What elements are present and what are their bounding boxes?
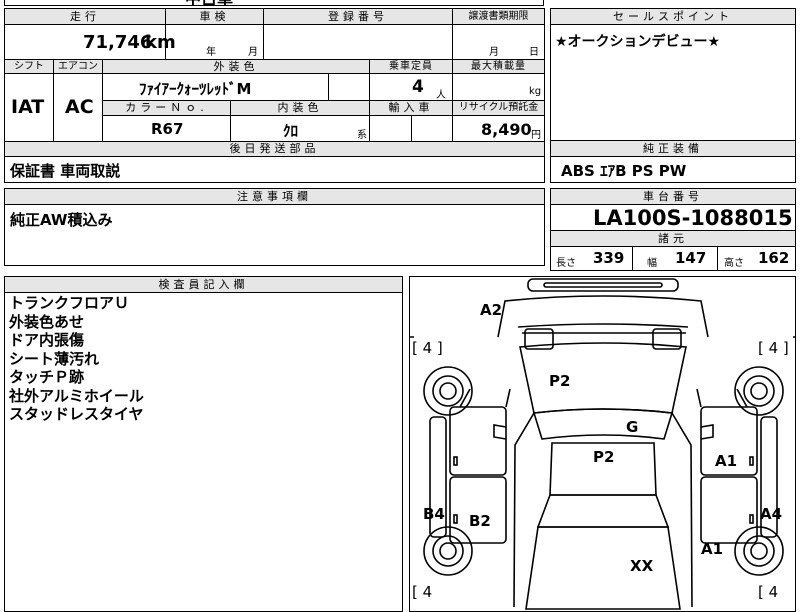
tire-mark-front-right: [ 4 ] (758, 339, 789, 357)
capacity-header: 乗車定員 (369, 59, 453, 74)
caution-cell: 純正AW積込み (4, 204, 545, 266)
registration-header: 登録番号 (263, 8, 453, 25)
sales-point-cell: ★オークションデビュー★ (550, 24, 796, 141)
note-item: スタッドレスタイヤ (9, 405, 144, 423)
dims-width-label: 幅 (647, 258, 657, 269)
note-item: トランクフロアＵ (9, 294, 130, 312)
note-item: タッチＰ跡 (9, 368, 85, 386)
note-item: ドア内張傷 (9, 331, 85, 349)
max-load-unit: kg (529, 86, 542, 97)
inspection-month-unit: 月 (248, 47, 258, 58)
mileage-value: 71,746 (83, 32, 153, 53)
recycle-header: リサイクル預託金 (452, 100, 545, 116)
sales-point-value: ★オークションデビュー★ (555, 34, 721, 50)
shift-cell: IAT (4, 73, 54, 142)
later-delivery-cell: 保証書 車両取説 (4, 156, 545, 183)
color-no-header: カラーＮｏ. (102, 100, 231, 116)
dims-length-cell: 長さ 339 (550, 246, 633, 271)
dims-width-cell: 幅 147 (632, 246, 718, 271)
exterior-color-cell: ﾌｧｲｱｰｸｫｰﾂﾚｯﾄﾞM (102, 73, 370, 101)
shift-header: シフト (4, 59, 54, 74)
inspection-header: 車検 (165, 8, 264, 25)
dims-width-value: 147 (675, 249, 707, 267)
tire-mark-rear-right: [ 4 (758, 583, 779, 601)
sales-point-header: セールスポイント (550, 8, 796, 25)
caution-header: 注意事項欄 (4, 188, 545, 205)
inspection-cell: 年 月 (165, 24, 264, 60)
exterior-color-header: 外装色 (102, 59, 370, 74)
later-delivery-value: 保証書 車両取説 (10, 162, 121, 180)
interior-color-unit: 系 (357, 130, 367, 141)
recycle-value: 8,490 (481, 120, 532, 139)
car-diagram-frame: [ 4 ] [ 4 ] [ 4 [ 4 A2 P2 G P2 A1 B4 B2 … (409, 276, 796, 612)
dims-height-label: 高さ (724, 258, 744, 269)
transfer-deadline-header: 譲渡書類期限 (452, 8, 545, 25)
damage-label: A4 (760, 505, 783, 523)
genuine-header: 純正装備 (550, 140, 796, 157)
dimensions-header: 諸元 (550, 230, 796, 247)
damage-label: A2 (480, 301, 503, 319)
inspector-header: 検査員記入欄 (4, 276, 403, 293)
damage-label: A1 (701, 540, 724, 558)
damage-label: A1 (715, 452, 738, 470)
top-strip: 中古車 (4, 0, 544, 8)
dims-height-cell: 高さ 162 (717, 246, 796, 271)
inspection-year-unit: 年 (206, 47, 216, 58)
color-no-cell: R67 (102, 115, 231, 142)
damage-label: B2 (469, 512, 491, 530)
later-delivery-header: 後日発送部品 (4, 141, 545, 157)
recycle-cell: 8,490 円 (452, 115, 545, 142)
capacity-unit: 人 (436, 90, 446, 101)
chassis-header: 車台番号 (550, 188, 796, 205)
aircon-value: AC (65, 96, 94, 118)
car-diagram (410, 278, 795, 610)
tire-mark-rear-left: [ 4 (412, 583, 433, 601)
transfer-deadline-cell: 月 日 (452, 24, 545, 60)
note-item: 外装色あせ (9, 312, 85, 331)
max-load-cell: kg (452, 73, 545, 101)
deadline-month-unit: 月 (489, 47, 499, 58)
mileage-header: 走行 (4, 8, 166, 25)
max-load-header: 最大積載量 (452, 59, 545, 74)
damage-label: P2 (549, 372, 571, 390)
deadline-day-unit: 日 (529, 47, 539, 58)
registration-cell (263, 24, 453, 60)
import-cell (369, 115, 453, 142)
damage-label: P2 (593, 448, 615, 466)
recycle-unit: 円 (531, 130, 541, 141)
capacity-cell: 4 人 (369, 73, 453, 101)
note-item: シート薄汚れ (9, 349, 100, 368)
mileage-cell: 71,746 km (4, 24, 176, 60)
interior-color-value: ｸﾛ (283, 122, 299, 140)
chassis-cell: LA100S-1088015 (550, 204, 796, 231)
genuine-value: ABS ｴｱB PS PW (561, 162, 687, 180)
chassis-value: LA100S-1088015 (593, 206, 793, 230)
import-divider (411, 116, 412, 141)
dims-height-value: 162 (758, 249, 790, 267)
interior-color-cell: ｸﾛ 系 (230, 115, 370, 142)
tire-mark-front-left: [ 4 ] (412, 339, 443, 357)
aircon-cell: AC (53, 73, 103, 142)
import-header: 輸入車 (369, 100, 453, 116)
damage-label: G (626, 418, 639, 436)
damage-label: B4 (423, 505, 445, 523)
caution-value: 純正AW積込み (10, 211, 113, 229)
damage-label: XX (630, 557, 654, 575)
dims-length-value: 339 (593, 249, 625, 267)
interior-color-header: 内装色 (230, 100, 370, 116)
shift-value: IAT (11, 96, 45, 118)
aircon-header: エアコン (53, 59, 103, 74)
note-item: 社外アルミホイール (9, 386, 144, 405)
exterior-divider (328, 74, 329, 100)
color-no-value: R67 (151, 120, 184, 138)
genuine-cell: ABS ｴｱB PS PW (550, 156, 796, 183)
inspector-notes: トランクフロアＵ 外装色あせ ドア内張傷 シート薄汚れ タッチＰ跡 社外アルミホ… (4, 292, 403, 612)
exterior-color-value: ﾌｧｲｱｰｸｫｰﾂﾚｯﾄﾞM (139, 80, 252, 98)
capacity-value: 4 (412, 77, 424, 97)
dims-length-label: 長さ (556, 258, 576, 269)
